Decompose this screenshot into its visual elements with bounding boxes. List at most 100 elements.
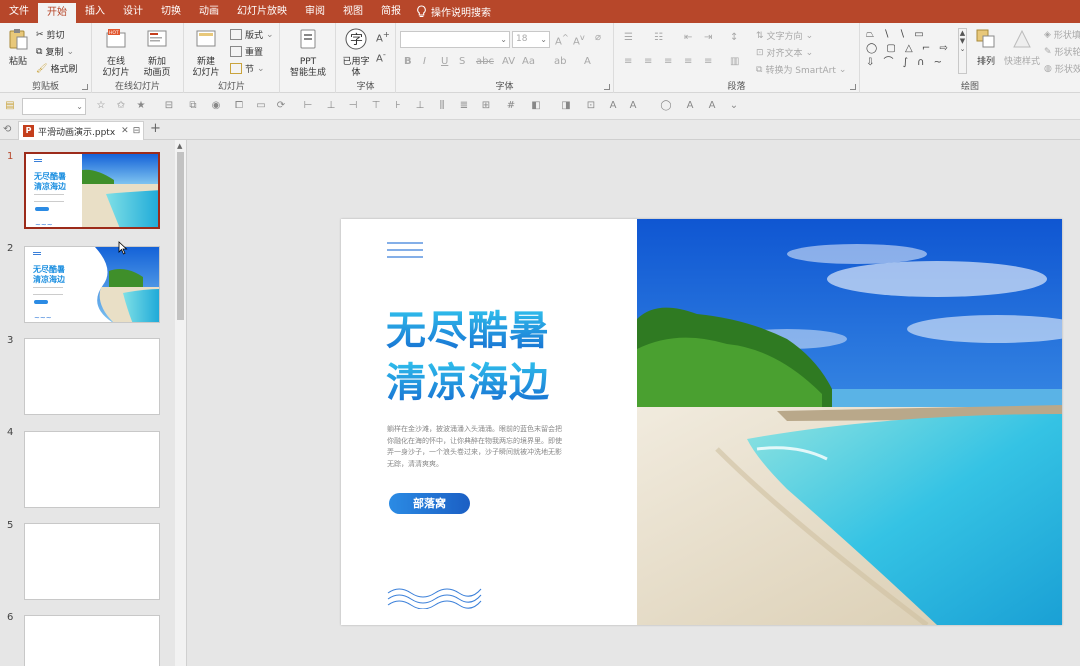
menu-insert[interactable]: 插入 — [76, 0, 114, 23]
bullets-icon[interactable]: ☰ — [624, 32, 633, 43]
shape-circle-icon[interactable]: ◯ — [660, 100, 672, 112]
slide-body-text[interactable]: 躺样在金沙滩，披波涌潘入头涌涌。眼前的蓝色末留会把你融化在海的怀中，让你典醉在物… — [387, 424, 565, 470]
decrease-size-icon[interactable]: A — [706, 100, 718, 112]
align-top-icon[interactable]: ⊤ — [370, 100, 382, 112]
new-tab-icon[interactable]: + — [150, 121, 161, 136]
align-center-objects-icon[interactable]: ⊥ — [325, 100, 337, 112]
slide-thumbnail-2[interactable]: 无尽酷暑 清凉海边 ~~~ — [24, 246, 160, 323]
animation-star-icon[interactable]: ✩ — [115, 100, 127, 112]
align-right-objects-icon[interactable]: ⊣ — [347, 100, 359, 112]
text-direction-button[interactable]: ⇅ 文字方向 ⌄ — [756, 29, 813, 43]
add-animation-page-button[interactable]: 新加 动画页 — [138, 27, 176, 79]
shadow-icon[interactable]: S — [459, 56, 465, 67]
style-combo[interactable]: ⌄ — [22, 98, 86, 115]
selection-pane-icon[interactable]: ⊡ — [585, 100, 597, 112]
increase-indent-icon[interactable]: ⇥ — [704, 32, 712, 43]
align-objects-icon[interactable]: ⊟ — [163, 100, 175, 112]
arrange-button[interactable]: 排列 — [972, 27, 1000, 68]
quick-styles-button[interactable]: 快速样式 — [1002, 27, 1042, 68]
bold-icon[interactable]: B — [404, 56, 412, 67]
grid-icon[interactable]: # — [505, 100, 517, 112]
align-right-icon[interactable]: ≡ — [664, 56, 672, 67]
copy-format-icon[interactable]: ⧠ — [233, 100, 245, 112]
used-fonts-button[interactable]: 字 已用字体 — [340, 27, 372, 79]
cut-button[interactable]: ✂ 剪切 — [36, 28, 65, 42]
font-launcher[interactable] — [604, 84, 610, 90]
thumbnail-scroll-thumb[interactable] — [177, 152, 184, 320]
distributed-icon[interactable]: ≡ — [704, 56, 712, 67]
change-case-icon[interactable]: Aa — [522, 56, 535, 67]
rotate-icon[interactable]: ⟳ — [275, 100, 287, 112]
menu-file[interactable]: 文件 — [0, 0, 38, 23]
reset-button[interactable]: 重置 — [230, 45, 263, 58]
menu-design[interactable]: 设计 — [114, 0, 152, 23]
shapes-gallery[interactable]: ⏢ ∖ ∖ ▭ ◯ ▢ △ ⌐ ⇨ ⇩ ⌒ ∫ ∩ ~ — [866, 28, 966, 74]
increase-font-icon[interactable]: A+ — [376, 29, 390, 44]
slide-thumbnail-1[interactable]: 无尽酷暑 清凉海边 ~~~ — [24, 152, 160, 229]
group-icon[interactable]: ⧉ — [187, 100, 199, 112]
paragraph-launcher[interactable] — [850, 84, 856, 90]
clipboard-launcher[interactable] — [82, 84, 88, 90]
paste-button[interactable]: 粘贴 — [4, 27, 32, 68]
align-left-icon[interactable]: ≡ — [624, 56, 632, 67]
font-name-combo[interactable]: ⌄ — [400, 31, 510, 48]
underline-icon[interactable]: U — [441, 56, 448, 67]
shrink-font-icon[interactable]: Av — [573, 32, 585, 47]
copy-button[interactable]: ⧉ 复制 ⌄ — [36, 45, 74, 59]
tab-list-icon[interactable]: ⊟ — [133, 126, 141, 136]
tell-me-search[interactable]: 操作说明搜索 — [416, 4, 491, 19]
font-color-icon[interactable]: A — [584, 56, 591, 67]
highlight-icon[interactable]: ab — [554, 56, 566, 67]
shape-outline-button[interactable]: ✎ 形状轮 — [1044, 45, 1080, 59]
char-spacing-icon[interactable]: AV — [502, 56, 515, 67]
slide-title-line2[interactable]: 清凉海边 — [386, 357, 550, 409]
menu-view[interactable]: 视图 — [334, 0, 372, 23]
slide-thumbnail-5[interactable] — [24, 523, 160, 600]
italic-icon[interactable]: I — [423, 56, 426, 67]
font-color-qat-icon[interactable]: A — [627, 100, 639, 112]
text-a-icon[interactable]: A — [607, 100, 619, 112]
tab-history-icon[interactable]: ⟲ — [3, 124, 11, 135]
convert-smartart-button[interactable]: ⧉ 转换为 SmartArt ⌄ — [756, 63, 846, 77]
align-bottom-icon[interactable]: ⊥ — [414, 100, 426, 112]
slide-thumbnail-3[interactable] — [24, 338, 160, 415]
scroll-up-icon[interactable]: ▲ — [177, 142, 182, 150]
align-middle-icon[interactable]: ⊦ — [392, 100, 404, 112]
shapes-gallery-scroll[interactable]: ▲ ▼ ⌄ — [958, 28, 967, 74]
distribute-v-icon[interactable]: ≣ — [458, 100, 470, 112]
layout-button[interactable]: 版式 ⌄ — [230, 28, 274, 41]
menu-slideshow[interactable]: 幻灯片放映 — [228, 0, 296, 23]
online-slides-button[interactable]: HOT 在线 幻灯片 — [98, 27, 134, 79]
slide-title-line1[interactable]: 无尽酷暑 — [386, 305, 550, 357]
menu-transitions[interactable]: 切换 — [152, 0, 190, 23]
numbering-icon[interactable]: ☷ — [654, 32, 663, 43]
line-spacing-icon[interactable]: ↕ — [730, 32, 738, 43]
new-slide-button[interactable]: 新建 幻灯片 — [188, 27, 224, 79]
ppt-ai-button[interactable]: PPT 智能生成 — [286, 27, 330, 79]
decrease-font-icon[interactable]: A- — [376, 49, 386, 64]
close-tab-icon[interactable]: ✕ — [121, 126, 129, 136]
clear-format-icon[interactable]: ⌀ — [595, 32, 601, 43]
grow-font-icon[interactable]: A^ — [555, 32, 569, 47]
menu-animations[interactable]: 动画 — [190, 0, 228, 23]
font-size-combo[interactable]: 18 ⌄ — [512, 31, 550, 48]
align-left-objects-icon[interactable]: ⊢ — [302, 100, 314, 112]
bring-forward-icon[interactable]: ◧ — [530, 100, 542, 112]
slide-thumbnail-4[interactable] — [24, 431, 160, 508]
shape-fill-button[interactable]: ◈ 形状填 — [1044, 28, 1080, 42]
slide-canvas[interactable]: 无尽酷暑 清凉海边 躺样在金沙滩，披波涌潘入头涌涌。眼前的蓝色末留会把你融化在海… — [341, 219, 1062, 625]
increase-size-icon[interactable]: A — [684, 100, 696, 112]
shape-effects-button[interactable]: ◍ 形状效 — [1044, 62, 1080, 76]
menu-home[interactable]: 开始 — [38, 3, 76, 23]
columns-icon[interactable]: ▥ — [730, 56, 739, 67]
align-text-button[interactable]: ⊡ 对齐文本 ⌄ — [756, 46, 813, 60]
table-icon[interactable]: ▤ — [4, 100, 16, 112]
record-icon[interactable]: ◉ — [210, 100, 222, 112]
group-objects-icon[interactable]: ⊞ — [480, 100, 492, 112]
menu-review[interactable]: 审阅 — [296, 0, 334, 23]
strikethrough-icon[interactable]: abc — [476, 56, 494, 67]
decrease-indent-icon[interactable]: ⇤ — [684, 32, 692, 43]
distribute-h-icon[interactable]: ⫼ — [436, 100, 448, 112]
star-icon[interactable]: ☆ — [95, 100, 107, 112]
slide-button[interactable]: 部落窝 — [389, 493, 470, 514]
